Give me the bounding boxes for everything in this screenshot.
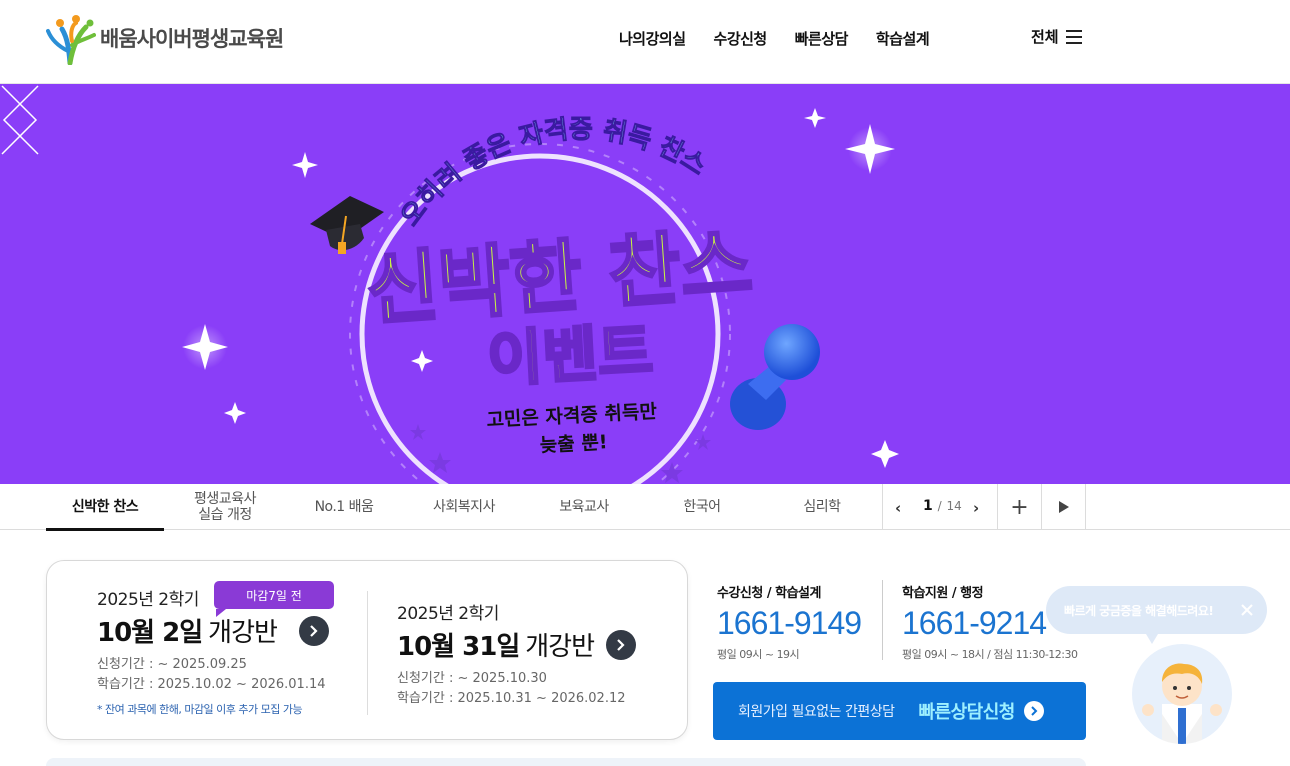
tab-korean[interactable]: 한국어 — [642, 484, 762, 530]
play-icon — [1059, 501, 1069, 513]
nav-item-quick-consult[interactable]: 빠른상담 — [795, 28, 849, 49]
tab-label: 사회복지사 — [433, 499, 495, 515]
quick-consult-button[interactable]: 회원가입 필요없는 간편상담 빠른상담신청 — [713, 682, 1086, 740]
semester-go-button[interactable] — [606, 629, 637, 660]
consult-main-label: 빠른상담신청 — [918, 702, 1015, 723]
banner-artwork: 오히려 좋은 자격증 취득 찬스 신박한 찬스 이벤트 고민은 자격증 취득만 … — [182, 108, 899, 484]
semester-item: 2025년 2학기 10월 31일 개강반 신청기간 : ~ 2025.10.3… — [397, 599, 637, 709]
semester-open: 10월 2일 개강반 — [97, 612, 329, 649]
deadline-badge: 마감7일 전 — [214, 581, 334, 617]
banner-pager: ‹ 1 / 14 › + — [882, 484, 1086, 530]
all-menu-label: 전체 — [1031, 28, 1059, 46]
site-logo[interactable]: 배움사이버평생교육원 — [46, 10, 284, 66]
tab-lifelong-educator[interactable]: 평생교육사 실습 개정 — [164, 484, 286, 530]
all-menu-button[interactable]: 전체 — [1031, 26, 1082, 47]
banner-tab-bar: 신박한 찬스 평생교육사 실습 개정 No.1 배움 사회복지사 보육교사 한국… — [0, 484, 1290, 531]
hamburger-icon — [1065, 29, 1082, 44]
semester-card: 2025년 2학기 10월 2일 개강반 신청기간 : ~ 2025.09.25… — [46, 560, 688, 740]
contact-enrollment: 수강신청 / 학습설계 1661-9149 평일 09시 ~ 19시 — [717, 582, 862, 662]
nav-item-my-classroom[interactable]: 나의강의실 — [619, 28, 686, 49]
tab-label: 보육교사 — [559, 499, 609, 515]
contact-hours: 평일 09시 ~ 19시 — [717, 648, 800, 661]
semester-periods: 신청기간 : ~ 2025.09.25 학습기간 : 2025.10.02 ~ … — [97, 655, 329, 695]
chevron-right-icon — [1023, 701, 1044, 721]
banner-title-line1: 신박한 찬스 — [364, 220, 755, 337]
tab-label: 평생교육사 실습 개정 — [194, 491, 256, 523]
svg-text:오히려 좋은 자격증 취득 찬스: 오히려 좋은 자격증 취득 찬스 — [395, 115, 711, 232]
chat-bubble-text: 빠르게 궁금증을 해결해드려요! — [1064, 603, 1214, 618]
contact-label: 수강신청 / 학습설계 — [717, 586, 821, 601]
semester-note: * 잔여 과목에 한해, 마감일 이후 추가 모집 가능 — [97, 703, 303, 716]
pager-separator: / — [937, 499, 942, 513]
semester-term: 2025년 2학기 — [397, 604, 499, 624]
consult-sub-label: 회원가입 필요없는 간편상담 — [738, 704, 895, 720]
tab-childcare-teacher[interactable]: 보육교사 — [526, 484, 642, 530]
semester-open-date: 10월 2일 — [97, 618, 203, 648]
study-period: 학습기간 : 2025.10.31 ~ 2026.02.12 — [397, 691, 626, 706]
bottom-panel-edge — [46, 758, 1086, 766]
contact-phone[interactable]: 1661-9149 — [717, 605, 862, 642]
pager-current: 1 — [923, 498, 933, 514]
logo-text: 배움사이버평생교육원 — [100, 27, 284, 51]
semester-divider — [367, 591, 368, 715]
banner-next-arrow-icon[interactable] — [0, 84, 40, 156]
chat-bubble[interactable]: 빠르게 궁금증을 해결해드려요! — [1046, 586, 1267, 644]
pager-count: 1 / 14 — [923, 498, 962, 514]
tab-label: No.1 배움 — [314, 499, 374, 515]
banner-subtitle-line1: 고민은 자격증 취득만 — [486, 401, 658, 432]
consultant-icon — [1142, 663, 1222, 744]
semester-open-label: 개강반 — [525, 632, 595, 662]
page: 배움사이버평생교육원 나의강의실 수강신청 빠른상담 학습설계 전체 오히려 좋… — [0, 0, 1290, 766]
tab-no1-baeum[interactable]: No.1 배움 — [286, 484, 402, 530]
stamp-icon — [730, 324, 820, 430]
logo-icon — [46, 15, 96, 65]
semester-open-label: 개강반 — [208, 618, 278, 648]
site-header: 배움사이버평생교육원 나의강의실 수강신청 빠른상담 학습설계 전체 — [0, 0, 1290, 84]
chat-avatar[interactable] — [1132, 644, 1232, 744]
semester-open-date: 10월 31일 — [397, 632, 520, 662]
banner-title-line2: 이벤트 — [486, 317, 655, 396]
play-button[interactable] — [1041, 484, 1086, 530]
apply-period: 신청기간 : ~ 2025.10.30 — [397, 671, 547, 686]
semester-go-button[interactable] — [298, 615, 329, 646]
study-period: 학습기간 : 2025.10.02 ~ 2026.01.14 — [97, 677, 326, 692]
banner-arc-text: 오히려 좋은 자격증 취득 찬스 — [395, 114, 712, 232]
main-nav: 나의강의실 수강신청 빠른상담 학습설계 — [619, 28, 957, 49]
tab-label: 심리학 — [803, 499, 841, 515]
apply-period: 신청기간 : ~ 2025.09.25 — [97, 657, 247, 672]
chevron-right-icon — [310, 624, 318, 637]
pager-next-icon[interactable]: › — [973, 499, 979, 517]
contact-hours: 평일 09시 ~ 18시 / 점심 11:30-12:30 — [902, 648, 1078, 661]
plus-icon[interactable]: + — [997, 484, 1041, 530]
tab-label: 신박한 찬스 — [71, 499, 139, 515]
close-icon[interactable] — [1238, 601, 1256, 619]
tab-chance-event[interactable]: 신박한 찬스 — [46, 484, 164, 531]
tab-social-worker[interactable]: 사회복지사 — [402, 484, 526, 530]
tab-label: 한국어 — [683, 499, 721, 515]
semester-periods: 신청기간 : ~ 2025.10.30 학습기간 : 2025.10.31 ~ … — [397, 669, 636, 709]
tab-psychology[interactable]: 심리학 — [762, 484, 882, 530]
chevron-right-icon — [617, 638, 625, 651]
nav-item-study-plan[interactable]: 학습설계 — [876, 28, 930, 49]
pager-prev-icon[interactable]: ‹ — [895, 499, 901, 517]
banner-subtitle-line2: 늦출 뿐! — [539, 431, 608, 457]
pager-total: 14 — [946, 499, 962, 513]
main-banner[interactable]: 오히려 좋은 자격증 취득 찬스 신박한 찬스 이벤트 고민은 자격증 취득만 … — [0, 84, 1290, 484]
nav-item-enrollment[interactable]: 수강신청 — [714, 28, 768, 49]
semester-open: 10월 31일 개강반 — [397, 626, 637, 663]
contact-divider — [882, 580, 883, 660]
